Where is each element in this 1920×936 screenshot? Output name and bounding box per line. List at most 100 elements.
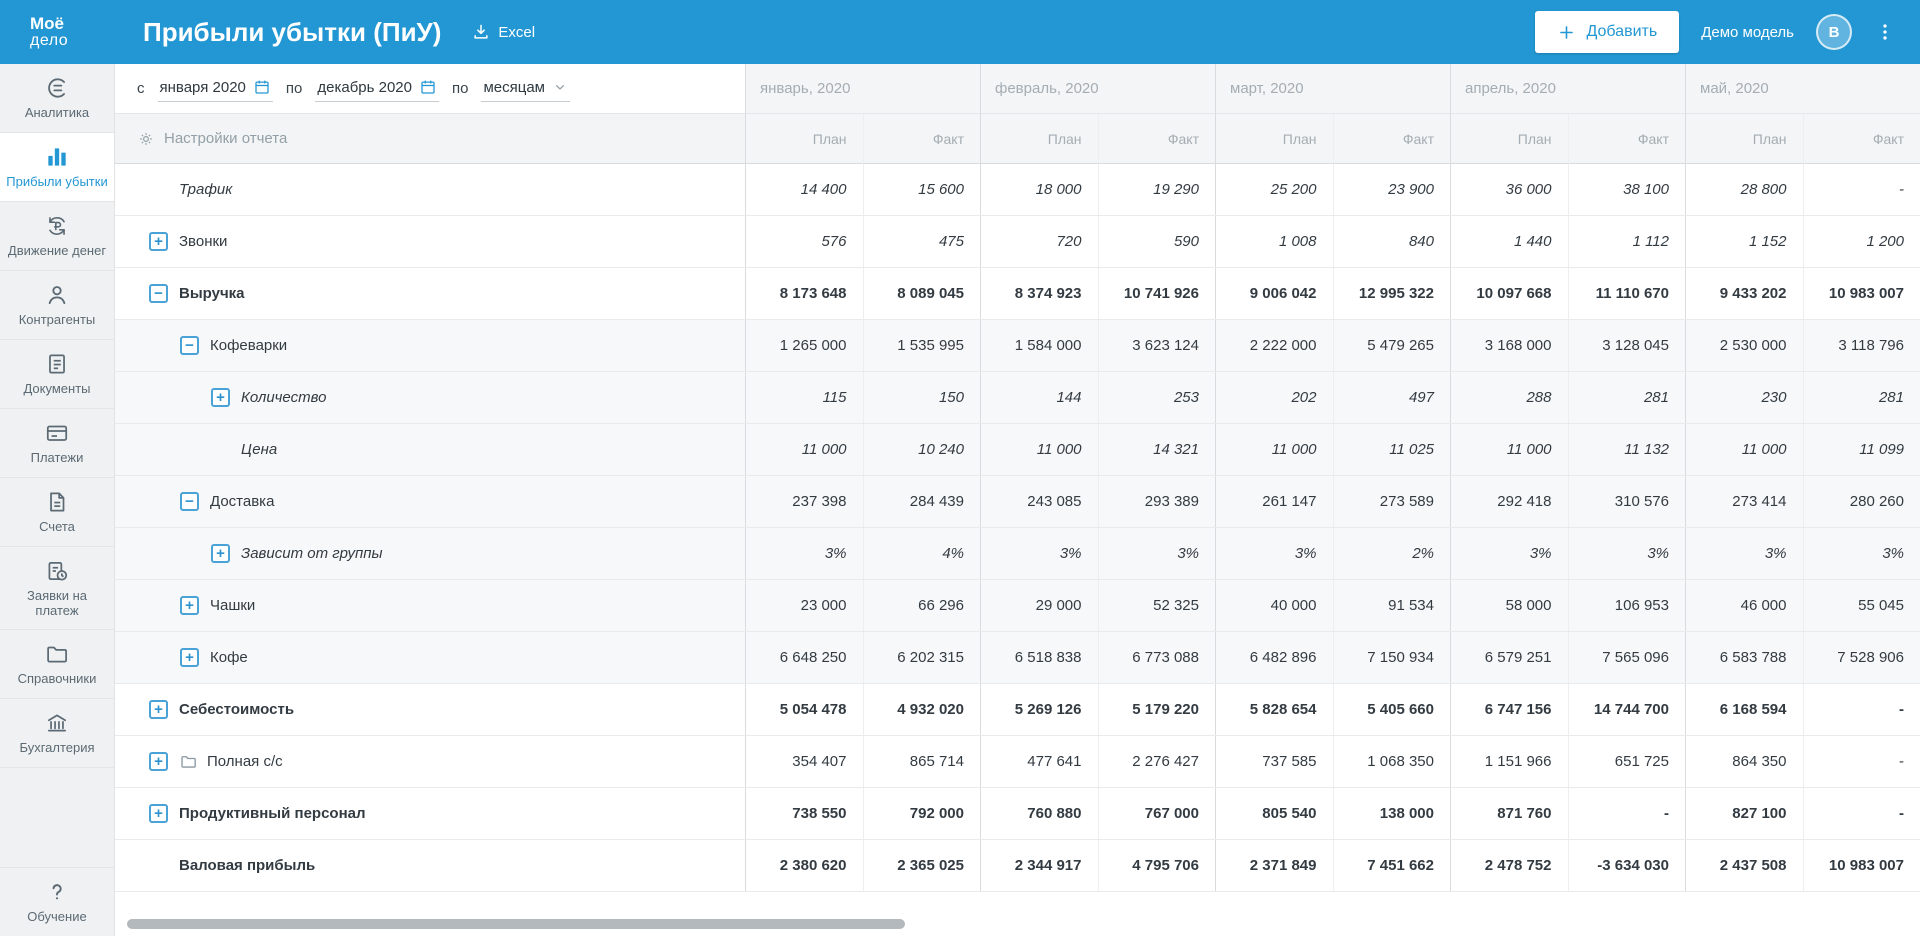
cell-fact: 12 995 322 — [1332, 268, 1451, 319]
account-name[interactable]: Демо модель — [1701, 24, 1794, 41]
cell-plan: 3% — [1215, 528, 1333, 579]
cell-fact: 38 100 — [1567, 164, 1686, 215]
cell-fact: 150 — [862, 372, 981, 423]
cell-plan: 273 414 — [1685, 476, 1803, 527]
add-button[interactable]: Добавить — [1535, 11, 1680, 53]
subheader-plan: План — [1215, 114, 1333, 164]
sidebar-item-label: Платежи — [30, 449, 84, 465]
cell-fact: 4 795 706 — [1097, 840, 1216, 891]
date-from-field[interactable]: января 2020 — [157, 75, 273, 102]
expand-row-button[interactable]: + — [211, 388, 230, 407]
calendar-icon[interactable] — [419, 78, 437, 96]
cell-fact: 281 — [1567, 372, 1686, 423]
row-label: Звонки — [179, 233, 228, 250]
cell-plan: 5 054 478 — [745, 684, 863, 735]
row-label-cell: + Продуктивный персонал — [115, 788, 745, 839]
sidebar-item-directories[interactable]: Справочники — [0, 630, 114, 700]
cell-plan: 738 550 — [745, 788, 863, 839]
collapse-row-button[interactable]: − — [180, 492, 199, 511]
more-menu-button[interactable] — [1874, 21, 1896, 43]
cell-fact: 273 589 — [1332, 476, 1451, 527]
cell-fact: 590 — [1097, 216, 1216, 267]
sidebar-item-profit-loss[interactable]: Прибыли убытки — [0, 132, 114, 202]
cell-plan: 6 482 896 — [1215, 632, 1333, 683]
report-settings-button[interactable]: Настройки отчета — [115, 114, 745, 164]
expand-row-button[interactable]: + — [149, 232, 168, 251]
excel-label: Excel — [498, 23, 536, 41]
app-logo[interactable]: Моё дело — [0, 14, 115, 50]
cell-fact: 10 240 — [862, 424, 981, 475]
cell-plan: 11 000 — [1215, 424, 1333, 475]
cell-fact: 475 — [862, 216, 981, 267]
expand-row-button[interactable]: + — [149, 752, 168, 771]
sidebar-item-cash-flow[interactable]: Движение денег — [0, 202, 114, 271]
excel-export-button[interactable]: Excel — [471, 22, 535, 42]
subheader-fact: Факт — [862, 114, 980, 164]
horizontal-scrollbar-thumb[interactable] — [127, 919, 905, 929]
cell-fact: 138 000 — [1332, 788, 1451, 839]
cell-fact: 6 773 088 — [1097, 632, 1216, 683]
cell-plan: 871 760 — [1450, 788, 1568, 839]
cell-plan: 11 000 — [1685, 424, 1803, 475]
cell-plan: 477 641 — [980, 736, 1098, 787]
chevron-down-icon — [552, 79, 568, 95]
horizontal-scrollbar[interactable] — [127, 919, 1908, 929]
cell-plan: 292 418 — [1450, 476, 1568, 527]
cell-fact: 11 025 — [1332, 424, 1451, 475]
collapse-row-button[interactable]: − — [180, 336, 199, 355]
calendar-icon[interactable] — [253, 78, 271, 96]
cell-fact: 767 000 — [1097, 788, 1216, 839]
collapse-row-button[interactable]: − — [149, 284, 168, 303]
date-from-value: января 2020 — [159, 78, 246, 96]
cell-plan: 1 265 000 — [745, 320, 863, 371]
table-row: Цена 11 000 10 240 11 000 14 321 11 000 11 025… — [115, 424, 1920, 476]
to-label: по — [285, 80, 303, 97]
expand-row-button[interactable]: + — [211, 544, 230, 563]
expand-row-button[interactable]: + — [180, 596, 199, 615]
sidebar-item-documents[interactable]: Документы — [0, 340, 114, 409]
sidebar-item-education[interactable]: Обучение — [0, 867, 114, 936]
sidebar-item-accounting[interactable]: Бухгалтерия — [0, 699, 114, 769]
cell-plan: 1 008 — [1215, 216, 1333, 267]
sidebar-item-payments[interactable]: Платежи — [0, 409, 114, 478]
education-icon — [44, 879, 70, 905]
expand-row-button[interactable]: + — [180, 648, 199, 667]
expand-row-button[interactable]: + — [149, 700, 168, 719]
cell-fact: 11 110 670 — [1567, 268, 1686, 319]
row-label: Трафик — [179, 181, 233, 198]
sidebar-item-invoices[interactable]: Счета — [0, 478, 114, 547]
cell-plan: 827 100 — [1685, 788, 1803, 839]
row-label-cell: + Чашки — [115, 580, 745, 631]
cell-plan: 3% — [745, 528, 863, 579]
row-label: Цена — [241, 441, 278, 458]
row-label-cell: − Выручка — [115, 268, 745, 319]
expand-row-button[interactable]: + — [149, 804, 168, 823]
row-label-cell: + Полная с/с — [115, 736, 745, 787]
cell-plan: 14 400 — [745, 164, 863, 215]
from-label: с — [137, 80, 145, 97]
cell-fact: 7 150 934 — [1332, 632, 1451, 683]
cell-fact: 2% — [1332, 528, 1451, 579]
sidebar-item-label: Справочники — [17, 671, 97, 687]
accounting-icon — [44, 710, 70, 736]
avatar[interactable]: B — [1816, 14, 1852, 50]
cell-plan: 8 374 923 — [980, 268, 1098, 319]
date-to-field[interactable]: декабрь 2020 — [315, 75, 439, 102]
cell-plan: 3% — [980, 528, 1098, 579]
row-label: Валовая прибыль — [179, 857, 316, 874]
sidebar-item-label: Движение денег — [7, 242, 107, 258]
sidebar-item-analytics[interactable]: Аналитика — [0, 64, 114, 133]
cell-plan: 2 530 000 — [1685, 320, 1803, 371]
report-table: Трафик 14 400 15 600 18 000 19 290 25 200 23 9… — [115, 164, 1920, 892]
cell-fact: 1 200 — [1802, 216, 1920, 267]
cell-fact: - — [1802, 164, 1920, 215]
row-label: Выручка — [179, 285, 245, 302]
row-label: Полная с/с — [207, 753, 283, 770]
cell-plan: 11 000 — [1450, 424, 1568, 475]
sidebar-item-payment-requests[interactable]: Заявки на платеж — [0, 547, 114, 631]
period-select[interactable]: месяцам — [481, 76, 570, 102]
invoices-icon — [44, 489, 70, 515]
cell-fact: 55 045 — [1802, 580, 1920, 631]
sidebar-item-contractors[interactable]: Контрагенты — [0, 271, 114, 340]
subheader-fact: Факт — [1567, 114, 1685, 164]
